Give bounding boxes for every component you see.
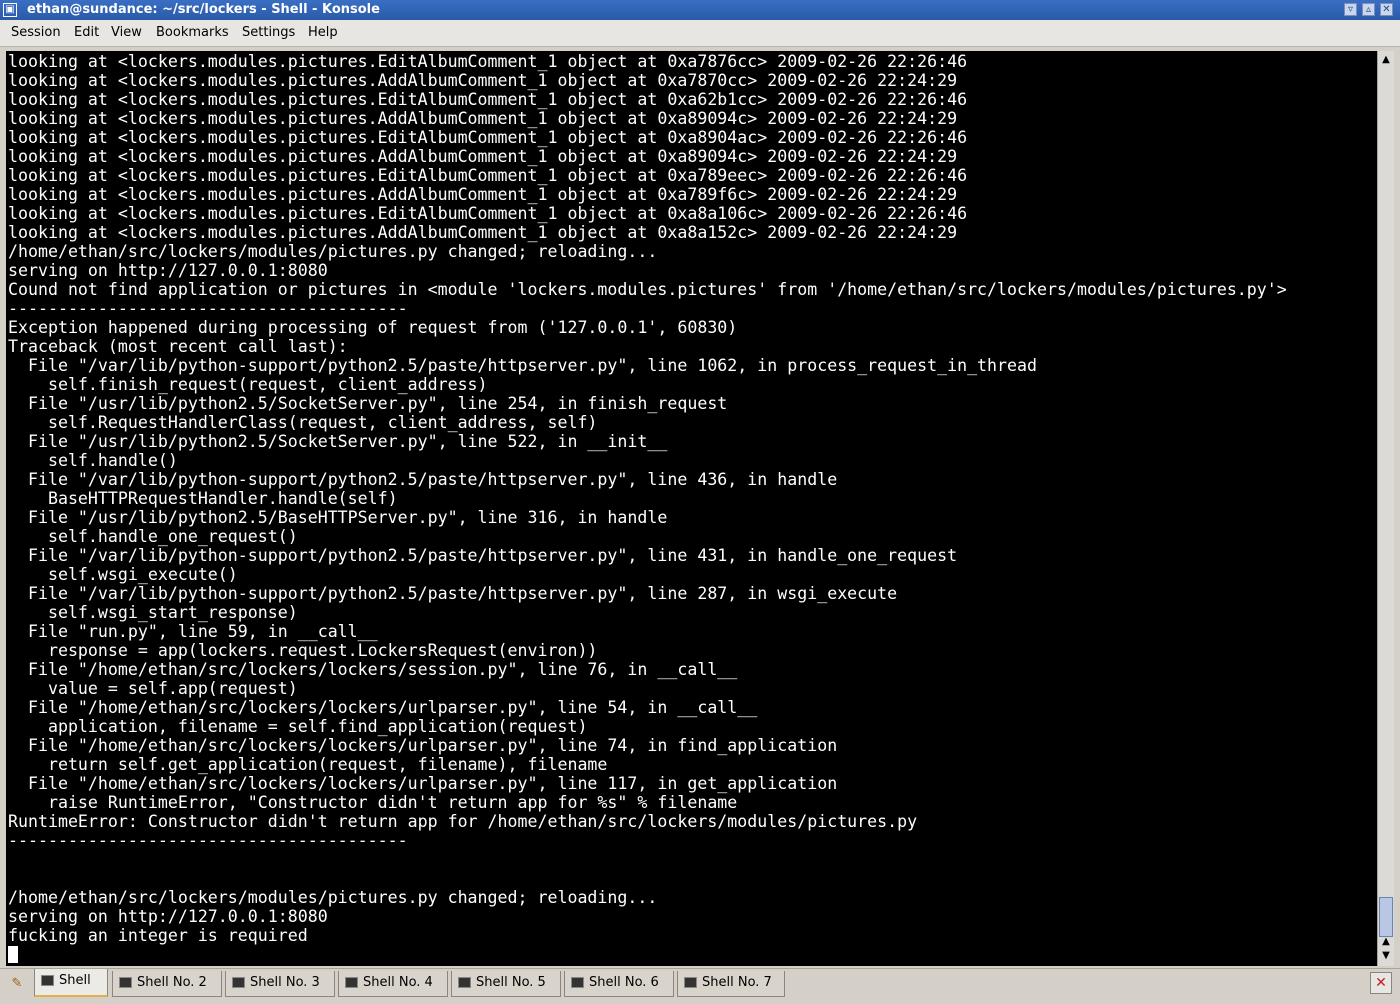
minimize-button[interactable]: ▿: [1344, 3, 1357, 16]
terminal-line: File "/home/ethan/src/lockers/lockers/ur…: [8, 774, 838, 793]
terminal-line: looking at <lockers.modules.pictures.Edi…: [8, 90, 968, 109]
close-session-icon[interactable]: ✕: [1370, 972, 1392, 994]
session-tab-bar: ✎ Shell Shell No. 2 Shell No. 3 Shell No…: [0, 968, 1400, 1004]
scrollbar-thumb[interactable]: [1379, 897, 1393, 937]
terminal-line: File "/var/lib/python-support/python2.5/…: [8, 356, 1037, 375]
terminal-line: looking at <lockers.modules.pictures.Add…: [8, 185, 958, 204]
terminal-line: BaseHTTPRequestHandler.handle(self): [8, 489, 398, 508]
terminal-line: looking at <lockers.modules.pictures.Edi…: [8, 204, 968, 223]
tab-label: Shell No. 7: [702, 975, 772, 990]
tab-label: Shell No. 4: [363, 975, 433, 990]
terminal-line: ----------------------------------------: [8, 299, 408, 318]
scroll-up-arrow-icon-bottom[interactable]: ▲: [1378, 935, 1394, 949]
menu-edit[interactable]: Edit: [74, 25, 99, 40]
terminal-line: application, filename = self.find_applic…: [8, 717, 588, 736]
terminal-line: self.handle(): [8, 451, 178, 470]
terminal-icon: [119, 977, 132, 988]
terminal-line: File "/home/ethan/src/lockers/lockers/ur…: [8, 736, 838, 755]
terminal-line: return self.get_application(request, fil…: [8, 755, 608, 774]
terminal-scrollbar[interactable]: ▲ ▲ ▼: [1377, 51, 1394, 966]
scroll-up-arrow-icon[interactable]: ▲: [1378, 53, 1394, 67]
terminal-line: fucking an integer is required: [8, 926, 308, 945]
terminal-line: looking at <lockers.modules.pictures.Add…: [8, 109, 958, 128]
terminal-line: looking at <lockers.modules.pictures.Add…: [8, 147, 958, 166]
title-bar[interactable]: ▣ ethan@sundance: ~/src/lockers - Shell …: [0, 0, 1400, 20]
close-window-button[interactable]: ✕: [1380, 3, 1393, 16]
scroll-down-arrow-icon[interactable]: ▼: [1378, 949, 1394, 963]
tab-shell-no-6[interactable]: Shell No. 6: [564, 971, 674, 997]
tab-label: Shell No. 3: [250, 975, 320, 990]
terminal-line: self.handle_one_request(): [8, 527, 298, 546]
terminal-line: self.RequestHandlerClass(request, client…: [8, 413, 598, 432]
tab-label: Shell: [59, 973, 91, 988]
new-session-icon[interactable]: ✎: [6, 974, 28, 994]
terminal-line: File "/usr/lib/python2.5/SocketServer.py…: [8, 432, 668, 451]
terminal-text: looking at <lockers.modules.pictures.Edi…: [6, 51, 1377, 964]
terminal-line: looking at <lockers.modules.pictures.Add…: [8, 223, 958, 242]
terminal-line: serving on http://127.0.0.1:8080: [8, 261, 328, 280]
terminal-line: Exception happened during processing of …: [8, 318, 738, 337]
tab-shell[interactable]: Shell: [34, 969, 108, 997]
terminal-line: File "/home/ethan/src/lockers/lockers/ur…: [8, 698, 758, 717]
terminal-line: self.wsgi_execute(): [8, 565, 238, 584]
terminal-line: RuntimeError: Constructor didn't return …: [8, 812, 918, 831]
maximize-button[interactable]: ▵: [1362, 3, 1375, 16]
menu-bookmarks[interactable]: Bookmarks: [156, 25, 229, 40]
terminal-line: response = app(lockers.request.LockersRe…: [8, 641, 598, 660]
tab-shell-no-2[interactable]: Shell No. 2: [112, 971, 222, 997]
terminal-line: Cound not find application or pictures i…: [8, 280, 1287, 299]
menu-session[interactable]: Session: [11, 25, 61, 40]
terminal-line: File "/home/ethan/src/lockers/lockers/se…: [8, 660, 738, 679]
terminal-icon: [41, 975, 54, 986]
terminal-line: File "/var/lib/python-support/python2.5/…: [8, 470, 838, 489]
terminal-line: self.wsgi_start_response): [8, 603, 298, 622]
terminal-line: ----------------------------------------: [8, 831, 408, 850]
menu-view[interactable]: View: [111, 25, 142, 40]
terminal-line: serving on http://127.0.0.1:8080: [8, 907, 328, 926]
menu-bar: Session Edit View Bookmarks Settings Hel…: [0, 20, 1400, 47]
tab-label: Shell No. 6: [589, 975, 659, 990]
terminal-line: raise RuntimeError, "Constructor didn't …: [8, 793, 738, 812]
konsole-app-icon[interactable]: ▣: [3, 3, 17, 17]
tab-label: Shell No. 2: [137, 975, 207, 990]
terminal-line: self.finish_request(request, client_addr…: [8, 375, 488, 394]
terminal-line: File "/var/lib/python-support/python2.5/…: [8, 584, 898, 603]
tab-shell-no-3[interactable]: Shell No. 3: [225, 971, 335, 997]
terminal-line: looking at <lockers.modules.pictures.Edi…: [8, 166, 968, 185]
tab-shell-no-5[interactable]: Shell No. 5: [451, 971, 561, 997]
terminal-line: File "run.py", line 59, in __call__: [8, 622, 378, 641]
terminal-line: looking at <lockers.modules.pictures.Edi…: [8, 128, 968, 147]
tab-shell-no-4[interactable]: Shell No. 4: [338, 971, 448, 997]
tab-label: Shell No. 5: [476, 975, 546, 990]
terminal-output[interactable]: looking at <lockers.modules.pictures.Edi…: [6, 51, 1377, 966]
terminal-icon: [458, 977, 471, 988]
terminal-line: looking at <lockers.modules.pictures.Add…: [8, 71, 958, 90]
tab-shell-no-7[interactable]: Shell No. 7: [677, 971, 785, 997]
terminal-line: Traceback (most recent call last):: [8, 337, 348, 356]
menu-settings[interactable]: Settings: [242, 25, 295, 40]
terminal-line: value = self.app(request): [8, 679, 298, 698]
terminal-line: File "/var/lib/python-support/python2.5/…: [8, 546, 958, 565]
menu-help[interactable]: Help: [308, 25, 338, 40]
terminal-line: File "/usr/lib/python2.5/SocketServer.py…: [8, 394, 728, 413]
terminal-line: File "/usr/lib/python2.5/BaseHTTPServer.…: [8, 508, 668, 527]
terminal-icon: [571, 977, 584, 988]
window-title: ethan@sundance: ~/src/lockers - Shell - …: [27, 2, 380, 17]
terminal-cursor: [8, 946, 18, 963]
terminal-line: looking at <lockers.modules.pictures.Edi…: [8, 52, 968, 71]
terminal-line: /home/ethan/src/lockers/modules/pictures…: [8, 888, 658, 907]
terminal-icon: [684, 977, 697, 988]
terminal-icon: [345, 977, 358, 988]
terminal-line: /home/ethan/src/lockers/modules/pictures…: [8, 242, 658, 261]
terminal-icon: [232, 977, 245, 988]
